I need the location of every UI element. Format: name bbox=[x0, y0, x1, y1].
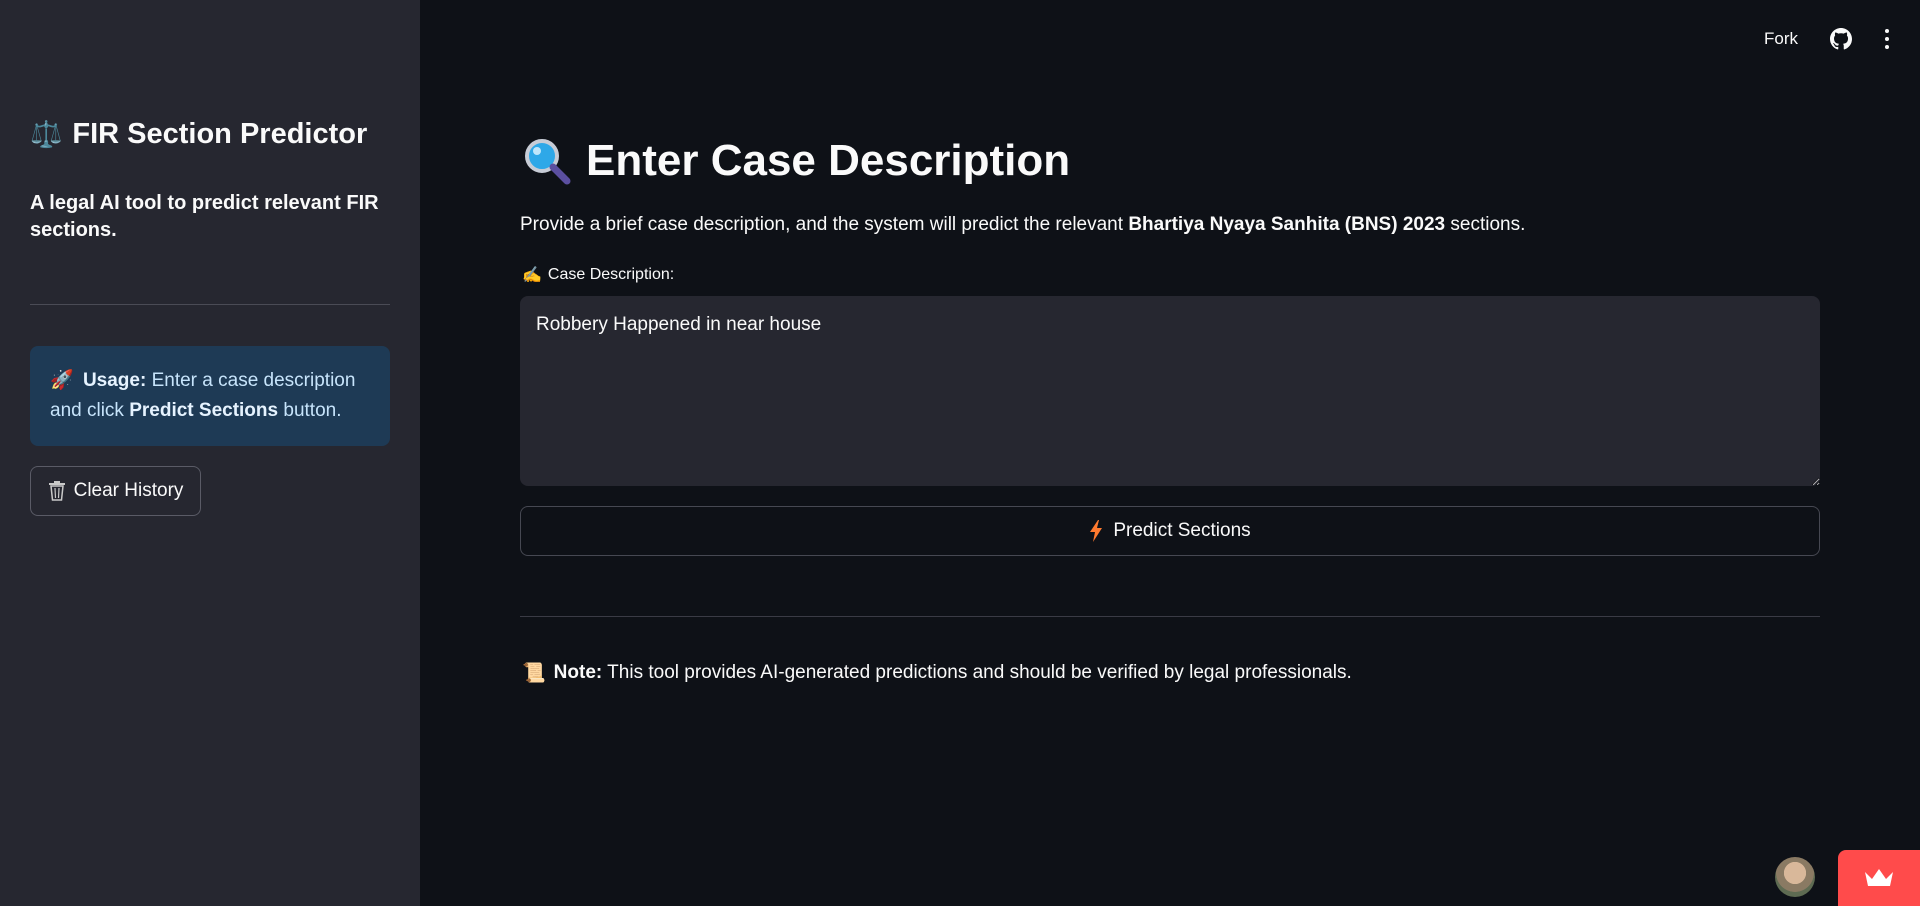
rocket-icon: 🚀 bbox=[50, 370, 74, 391]
crown-icon bbox=[1865, 869, 1893, 886]
page-description: Provide a brief case description, and th… bbox=[520, 214, 1525, 236]
lightning-icon bbox=[1090, 520, 1103, 542]
description-suffix: sections. bbox=[1450, 214, 1526, 235]
sidebar-divider bbox=[30, 304, 390, 305]
kebab-menu-icon[interactable] bbox=[1884, 29, 1890, 49]
github-icon[interactable] bbox=[1830, 28, 1852, 50]
scroll-icon: 📜 bbox=[522, 663, 546, 684]
clear-history-label: Clear History bbox=[73, 480, 184, 501]
magnifying-glass-icon bbox=[525, 139, 571, 185]
note-text: This tool provides AI-generated predicti… bbox=[607, 662, 1352, 683]
balance-scale-icon: ⚖️ bbox=[30, 119, 63, 149]
sidebar-title-text: FIR Section Predictor bbox=[72, 118, 368, 150]
page-title-text: Enter Case Description bbox=[586, 136, 1071, 185]
predict-sections-button[interactable]: Predict Sections bbox=[520, 506, 1820, 556]
sidebar-subtitle: A legal AI tool to predict relevant FIR … bbox=[30, 192, 379, 241]
streamlit-badge[interactable] bbox=[1838, 850, 1920, 906]
predict-sections-label: Predict Sections bbox=[1113, 520, 1251, 541]
writing-hand-icon: ✍️ bbox=[522, 267, 542, 284]
sidebar: ⚖️ FIR Section Predictor A legal AI tool… bbox=[0, 0, 420, 906]
usage-action: Predict Sections bbox=[129, 400, 279, 421]
usage-label: Usage: bbox=[82, 370, 147, 391]
fork-link[interactable]: Fork bbox=[1764, 29, 1798, 49]
sidebar-title: ⚖️ FIR Section Predictor bbox=[30, 118, 367, 151]
note-label: Note: bbox=[553, 662, 603, 683]
avatar[interactable] bbox=[1775, 857, 1815, 897]
case-description-label: ✍️ Case Description: bbox=[522, 265, 674, 285]
usage-info-box: 🚀 Usage: Enter a case description and cl… bbox=[30, 346, 390, 446]
description-bold: Bhartiya Nyaya Sanhita (BNS) 2023 bbox=[1128, 214, 1446, 235]
page-title: Enter Case Description bbox=[522, 136, 1070, 186]
top-toolbar: Fork bbox=[1764, 28, 1890, 50]
clear-history-button[interactable]: Clear History bbox=[30, 466, 201, 516]
disclaimer-note: 📜 Note: This tool provides AI-generated … bbox=[522, 661, 1352, 685]
description-prefix: Provide a brief case description, and th… bbox=[520, 214, 1124, 235]
case-description-input[interactable]: Robbery Happened in near house bbox=[520, 296, 1820, 486]
case-description-label-text: Case Description: bbox=[547, 266, 675, 283]
main-divider bbox=[520, 616, 1820, 617]
trash-icon bbox=[48, 481, 65, 501]
usage-text-after: button. bbox=[283, 400, 342, 421]
